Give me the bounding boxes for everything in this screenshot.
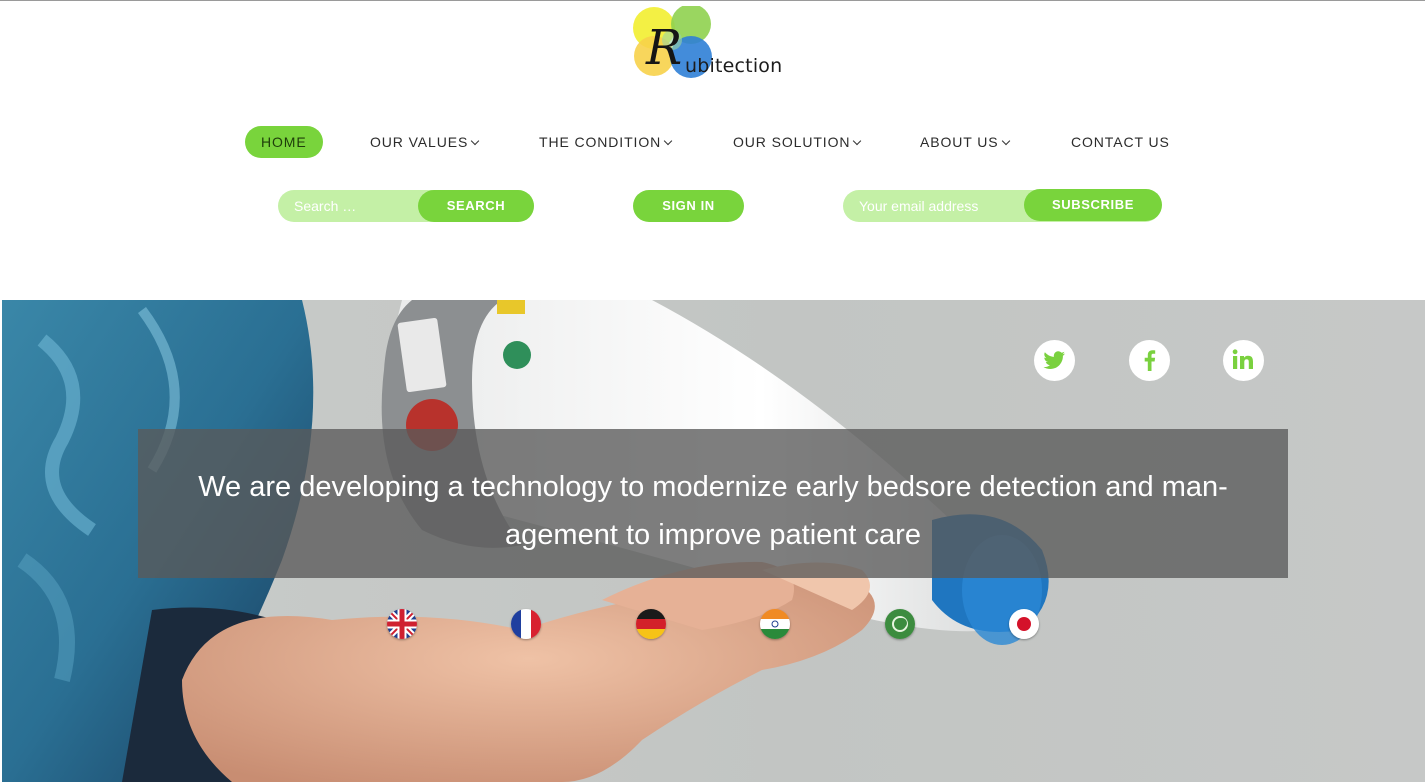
twitter-link[interactable] (1034, 340, 1075, 381)
france-flag-icon (511, 609, 541, 639)
hero-section: We are developing a technology to modern… (2, 300, 1425, 782)
germany-flag-icon (636, 609, 666, 639)
nav-contact-us[interactable]: CONTACT US (1071, 126, 1170, 158)
language-arabic[interactable] (885, 609, 915, 639)
language-german[interactable] (636, 609, 666, 639)
subscribe-button[interactable]: SUBSCRIBE (1024, 189, 1162, 221)
top-border (0, 0, 1425, 1)
nav-label: OUR VALUES (370, 134, 469, 150)
twitter-icon (1043, 351, 1065, 369)
hero-tagline: We are developing a technology to modern… (198, 471, 1228, 551)
facebook-icon (1144, 350, 1156, 371)
chevron-down-icon (663, 136, 673, 146)
nav-label: OUR SOLUTION (733, 134, 851, 150)
japan-flag-icon (1009, 609, 1039, 639)
language-japanese[interactable] (1009, 609, 1039, 639)
facebook-link[interactable] (1129, 340, 1170, 381)
nav-our-solution[interactable]: OUR SOLUTION (733, 126, 862, 158)
linkedin-icon (1232, 349, 1253, 369)
nav-label: THE CONDITION (539, 134, 662, 150)
logo-text: ubitection (685, 55, 783, 77)
hero-banner: We are developing a technology to modern… (138, 429, 1288, 578)
nav-label: CONTACT US (1071, 134, 1170, 150)
chevron-down-icon (1001, 136, 1010, 146)
nav-label: HOME (261, 134, 307, 150)
linkedin-link[interactable] (1223, 340, 1264, 381)
search-button[interactable]: SEARCH (418, 190, 534, 222)
logo-initial: R (646, 20, 683, 76)
language-hindi[interactable] (760, 609, 790, 639)
language-english[interactable] (387, 609, 417, 639)
nav-label: ABOUT US (920, 134, 999, 150)
chevron-down-icon (470, 136, 480, 146)
arabic-flag-icon (885, 609, 915, 639)
nav-about-us[interactable]: ABOUT US (920, 126, 1010, 158)
nav-the-condition[interactable]: THE CONDITION (539, 126, 673, 158)
nav-our-values[interactable]: OUR VALUES (370, 126, 480, 158)
language-french[interactable] (511, 609, 541, 639)
chevron-down-icon (853, 136, 862, 146)
sign-in-button[interactable]: SIGN IN (633, 190, 744, 222)
nav-home[interactable]: HOME (245, 126, 323, 158)
uk-flag-icon (387, 609, 417, 639)
india-flag-icon (760, 609, 790, 639)
site-logo[interactable]: R ubitection (632, 6, 807, 80)
